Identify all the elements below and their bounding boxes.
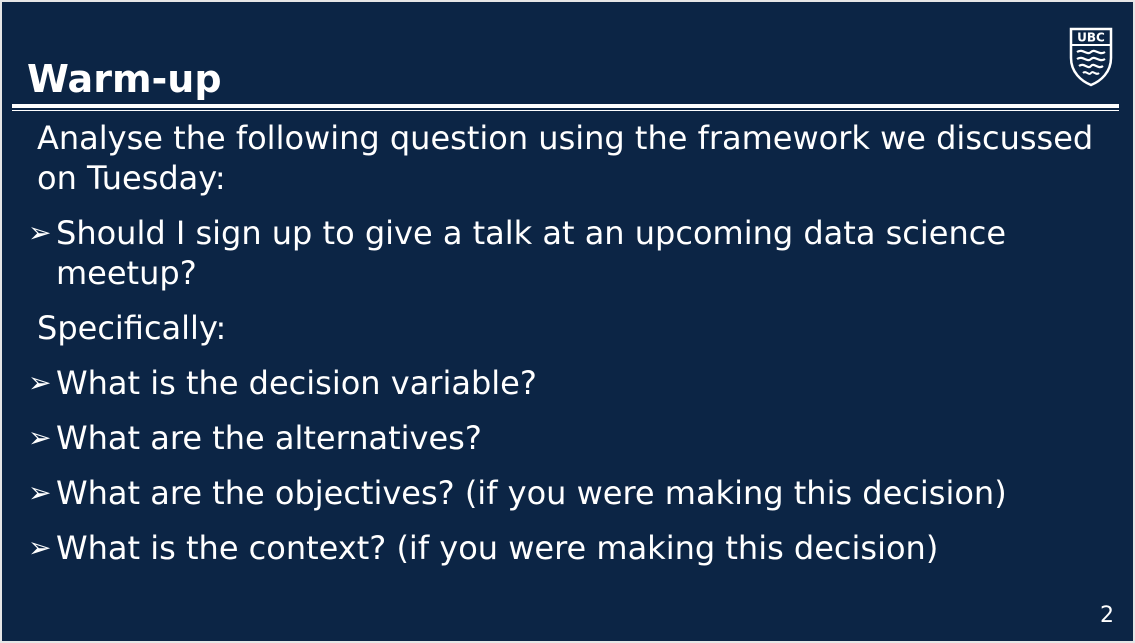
- question-bullet: ➢ Should I sign up to give a talk at an …: [28, 213, 1118, 293]
- question-text: Should I sign up to give a talk at an up…: [56, 214, 1006, 292]
- ubc-crest-icon: UBC: [1069, 27, 1113, 87]
- page-number: 2: [1100, 603, 1114, 628]
- arrowhead-bullet-icon: ➢: [28, 421, 52, 454]
- specifically-text: Specifically:: [37, 309, 227, 347]
- arrowhead-bullet-icon: ➢: [28, 531, 52, 564]
- alternatives-text: What are the alternatives?: [56, 419, 482, 457]
- intro-text: Analyse the following question using the…: [28, 118, 1118, 198]
- logo-text: UBC: [1077, 31, 1105, 45]
- slide-title: Warm-up: [27, 57, 222, 101]
- intro-text-label: Analyse the following question using the…: [37, 119, 1094, 197]
- arrowhead-bullet-icon: ➢: [28, 476, 52, 509]
- objectives-bullet: ➢ What are the objectives? (if you were …: [28, 473, 1118, 513]
- specifically-label: Specifically:: [28, 308, 1118, 348]
- alternatives-bullet: ➢ What are the alternatives?: [28, 418, 1118, 458]
- context-text: What is the context? (if you were making…: [56, 529, 939, 567]
- title-divider-thick: [12, 104, 1119, 108]
- arrowhead-bullet-icon: ➢: [28, 216, 52, 249]
- context-bullet: ➢ What is the context? (if you were maki…: [28, 528, 1118, 568]
- objectives-text: What are the objectives? (if you were ma…: [56, 474, 1007, 512]
- slide-body: Analyse the following question using the…: [28, 118, 1118, 583]
- decision-variable-text: What is the decision variable?: [56, 364, 537, 402]
- slide: Warm-up UBC Analyse the following questi…: [0, 0, 1135, 643]
- decision-variable-bullet: ➢ What is the decision variable?: [28, 363, 1118, 403]
- arrowhead-bullet-icon: ➢: [28, 366, 52, 399]
- title-divider-thin: [12, 110, 1119, 111]
